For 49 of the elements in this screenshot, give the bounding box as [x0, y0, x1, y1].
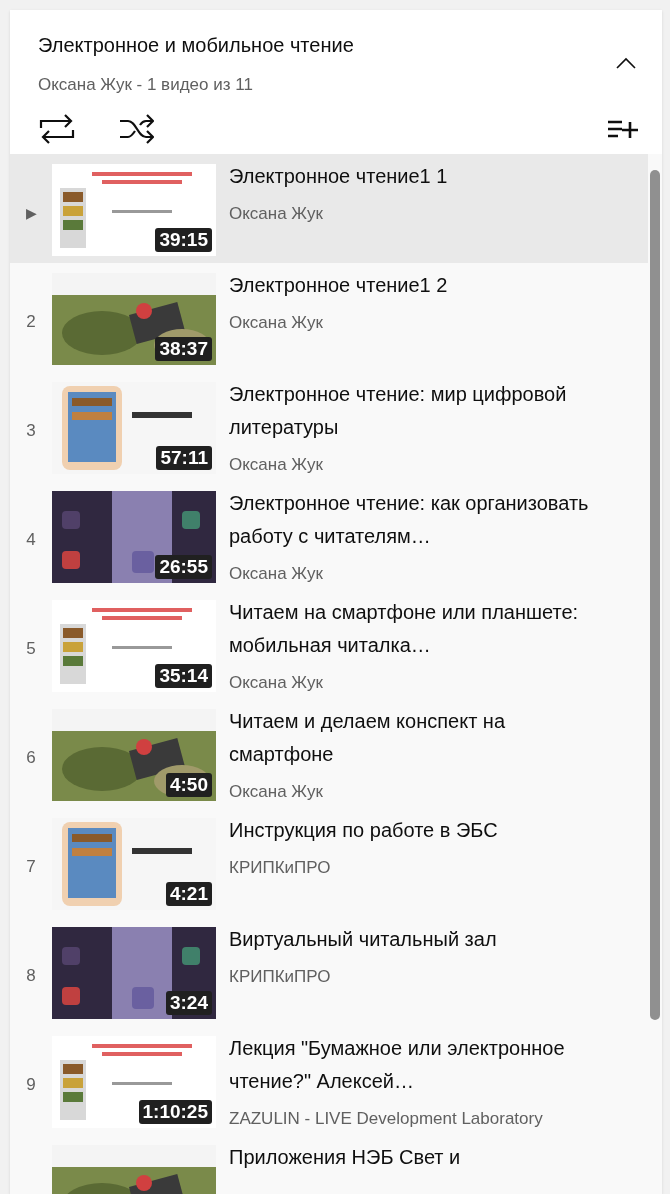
item-number: 3	[26, 420, 36, 443]
item-number: 7	[26, 856, 36, 879]
playlist-title: Электронное и мобильное чтение	[38, 33, 354, 58]
channel-name: Оксана Жук	[229, 311, 324, 334]
video-title: Электронное чтение: мир цифровой литературы	[229, 381, 568, 440]
playlist-item[interactable]: 2 38:37 Электронное чтение1 2 Оксана Жук	[10, 262, 648, 372]
video-title: Приложения НЭБ Свет и	[229, 1144, 462, 1170]
shuffle-button[interactable]	[118, 111, 154, 146]
video-title: Читаем на смартфоне или планшете: мобильная читалка…	[229, 599, 580, 658]
duration-badge: 35:14	[155, 663, 212, 688]
video-title: Электронное чтение: как организовать работу с читателям…	[229, 490, 590, 549]
channel-name: Оксана Жук	[229, 453, 324, 476]
video-title: Электронное чтение1 1	[229, 163, 449, 189]
video-title: Виртуальный читальный зал	[229, 926, 498, 952]
playlist-item[interactable]: 5 35:14 Читаем на смартфоне или планшете: мобильная читалка… Оксана Жук	[10, 589, 648, 699]
now-playing-indicator: ▶	[25, 203, 37, 223]
playlist-item[interactable]: 4 26:55 Электронное чтение: как организовать работу с читателям… Оксана Жук	[10, 480, 648, 590]
channel-name: Оксана Жук	[229, 562, 324, 585]
item-number: 9	[26, 1074, 36, 1097]
item-number: 4	[26, 529, 36, 552]
channel-name: Оксана Жук	[229, 671, 324, 694]
playlist-subtitle: Оксана Жук - 1 видео из 11	[38, 74, 254, 96]
playlist-item[interactable]: 6 4:50 Читаем и делаем конспект на смартфоне Оксана Жук	[10, 698, 648, 808]
duration-badge: 26:55	[155, 554, 212, 579]
channel-name: КРИПКиПРО	[229, 856, 332, 879]
shuffle-icon	[118, 111, 154, 146]
loop-button[interactable]	[38, 111, 76, 146]
video-title: Лекция "Бумажное или электронное чтение?" Алексей…	[229, 1035, 566, 1094]
duration-badge: 39:15	[155, 227, 212, 252]
repeat-icon	[38, 111, 76, 146]
playlist-item[interactable]: Приложения НЭБ Свет и	[10, 1134, 648, 1194]
item-number: 6	[26, 747, 36, 770]
item-number: 5	[26, 638, 36, 661]
duration-badge: 57:11	[156, 445, 212, 470]
duration-badge: 38:37	[155, 336, 212, 361]
playlist-item[interactable]: 8 3:24 Виртуальный читальный зал КРИПКиПРО	[10, 916, 648, 1026]
channel-name: ZAZULIN - LIVE Development Laboratory	[229, 1107, 544, 1130]
playlist-item[interactable]: 3 57:11 Электронное чтение: мир цифровой литературы Оксана Жук	[10, 371, 648, 481]
channel-name: Оксана Жук	[229, 202, 324, 225]
video-title: Электронное чтение1 2	[229, 272, 449, 298]
item-number: 2	[26, 311, 36, 334]
item-number: 8	[26, 965, 36, 988]
channel-name: КРИПКиПРО	[229, 965, 332, 988]
playlist-item[interactable]: ▶ 39:15 Электронное чтение1 1 Оксана Жук	[10, 153, 648, 263]
video-title: Читаем и делаем конспект на смартфоне	[229, 708, 507, 767]
playlist-item[interactable]: 7 4:21 Инструкция по работе в ЭБС КРИПКиПРО	[10, 807, 648, 917]
playlist-item[interactable]: 9 1:10:25 Лекция "Бумажное или электронное чтение?" Алексей… ZAZULIN - LIVE Development Laboratory	[10, 1025, 648, 1135]
channel-name: Оксана Жук	[229, 780, 324, 803]
video-title: Инструкция по работе в ЭБС	[229, 817, 499, 843]
